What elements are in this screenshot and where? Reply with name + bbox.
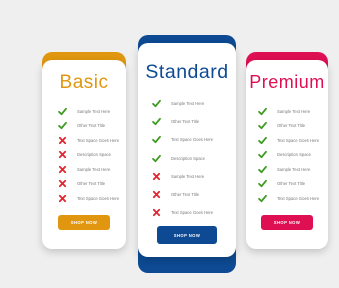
feature-item: Sample Text Here — [58, 162, 126, 177]
pricing-table: Basic Sample Text Here Other Text Title Te… — [0, 0, 339, 288]
feature-item: Text Space Goes Here — [58, 191, 126, 206]
feature-item: Text Space Goes Here — [258, 133, 328, 148]
premium-feature-list: Sample Text Here Other Text Title Text Spa… — [246, 104, 328, 206]
feature-text: Other Text Title — [171, 192, 200, 198]
cross-icon — [58, 194, 67, 203]
feature-text: Description Space — [171, 155, 205, 161]
feature-item: Text Space Goes Here — [258, 191, 328, 206]
feature-text: Text Space Goes Here — [171, 137, 214, 143]
feature-item: Sample Text Here — [58, 104, 126, 119]
check-icon — [258, 179, 267, 188]
cross-icon — [152, 190, 161, 199]
feature-text: Text Space Goes Here — [277, 195, 320, 201]
feature-item: Other Text Title — [258, 119, 328, 134]
check-icon — [258, 194, 267, 203]
feature-text: Sample Text Here — [77, 166, 111, 172]
feature-text: Other Text Title — [77, 123, 106, 129]
cross-icon — [152, 172, 161, 181]
check-icon — [152, 117, 161, 126]
feature-text: Text Space Goes Here — [277, 137, 320, 143]
feature-text: Other Text Title — [77, 181, 106, 187]
cross-icon — [58, 136, 67, 145]
cross-icon — [58, 150, 67, 159]
basic-shop-now-button[interactable]: SHOP NOW — [58, 215, 110, 230]
feature-item: Description Space — [58, 148, 126, 163]
premium-plan-title: Premium — [249, 72, 325, 92]
feature-item: Other Text Title — [58, 177, 126, 192]
standard-plan-title: Standard — [145, 61, 229, 83]
feature-text: Sample Text Here — [77, 108, 111, 114]
feature-text: Text Space Goes Here — [77, 195, 120, 201]
feature-item: Text Space Goes Here — [58, 133, 126, 148]
check-icon — [58, 107, 67, 116]
feature-item: Sample Text Here — [152, 167, 236, 185]
check-icon — [258, 136, 267, 145]
feature-item: Text Space Goes Here — [152, 131, 236, 149]
check-icon — [152, 154, 161, 163]
feature-item: Other Text Title — [58, 119, 126, 134]
standard-plan-card: Standard Sample Text Here Other Text Titl… — [138, 43, 236, 257]
feature-item: Text Space Goes Here — [152, 204, 236, 222]
feature-text: Text Space Goes Here — [171, 210, 214, 216]
feature-item: Sample Text Here — [258, 104, 328, 119]
feature-text: Description Space — [77, 152, 111, 158]
feature-item: Sample Text Here — [152, 94, 236, 112]
check-icon — [58, 121, 67, 130]
basic-feature-list: Sample Text Here Other Text Title Text Spa… — [42, 104, 126, 206]
check-icon — [258, 150, 267, 159]
feature-item: Description Space — [258, 148, 328, 163]
check-icon — [152, 99, 161, 108]
feature-item: Description Space — [152, 149, 236, 167]
feature-text: Sample Text Here — [171, 100, 205, 106]
check-icon — [258, 107, 267, 116]
premium-plan-card: Premium Sample Text Here Other Text Title… — [246, 60, 328, 249]
feature-text: Sample Text Here — [171, 173, 205, 179]
feature-text: Sample Text Here — [277, 166, 311, 172]
cross-icon — [152, 208, 161, 217]
feature-text: Other Text Title — [171, 118, 200, 124]
check-icon — [258, 165, 267, 174]
feature-text: Other Text Title — [277, 181, 306, 187]
feature-text: Text Space Goes Here — [77, 137, 120, 143]
check-icon — [258, 121, 267, 130]
feature-item: Other Text Title — [152, 185, 236, 203]
basic-plan-card: Basic Sample Text Here Other Text Title Te… — [42, 60, 126, 249]
feature-text: Description Space — [277, 152, 311, 158]
standard-shop-now-button[interactable]: SHOP NOW — [157, 226, 217, 244]
cross-icon — [58, 179, 67, 188]
feature-text: Other Text Title — [277, 123, 306, 129]
premium-shop-now-button[interactable]: SHOP NOW — [261, 215, 313, 230]
feature-item: Other Text Title — [152, 112, 236, 130]
standard-feature-list: Sample Text Here Other Text Title Text Spa… — [138, 94, 236, 222]
feature-item: Other Text Title — [258, 177, 328, 192]
feature-text: Sample Text Here — [277, 108, 311, 114]
cross-icon — [58, 165, 67, 174]
feature-item: Sample Text Here — [258, 162, 328, 177]
basic-plan-title: Basic — [59, 72, 109, 93]
check-icon — [152, 135, 161, 144]
